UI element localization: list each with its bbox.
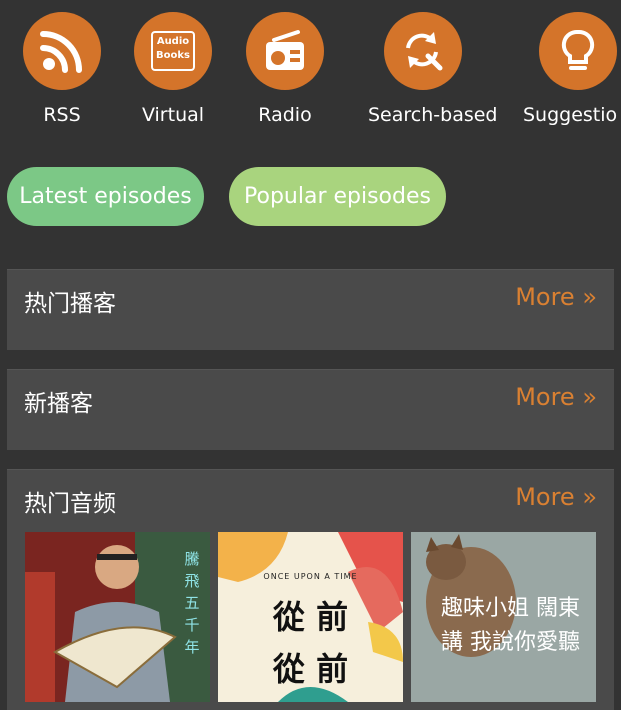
category-rss-label: RSS: [43, 104, 81, 126]
audiobooks-icon-text-2: Books: [156, 50, 190, 61]
section-hot-audio: 热门音频 More » 騰飛五千年 ONCE UPON A TIME 從 前 從…: [7, 469, 614, 710]
cover-handwritten-title: 趣味小姐 闊東講 我說你愛聽: [441, 596, 580, 655]
more-link[interactable]: More »: [515, 383, 597, 411]
cover-kicker: ONCE UPON A TIME: [263, 572, 358, 581]
category-virtual[interactable]: Audio Books Virtual: [118, 12, 228, 126]
section-title: 新播客: [24, 391, 93, 417]
latest-episodes-chip[interactable]: Latest episodes: [7, 167, 204, 226]
audiobooks-icon: Audio Books: [134, 12, 212, 90]
category-radio-label: Radio: [258, 104, 312, 126]
category-row: RSS Audio Books Virtual Radio Search-bas…: [0, 0, 621, 140]
category-search-based[interactable]: Search-based: [368, 12, 498, 126]
cover-item[interactable]: ONCE UPON A TIME 從 前 從 前: [218, 532, 403, 702]
section-title: 热门音频: [24, 491, 116, 517]
cover-title-line-1: 從 前: [272, 598, 349, 636]
category-suggestions-label: Suggestio: [523, 104, 618, 126]
cover-list: 騰飛五千年 ONCE UPON A TIME 從 前 從 前 趣味小姐 闊東講 …: [25, 532, 597, 702]
category-search-based-label: Search-based: [368, 104, 498, 126]
more-link[interactable]: More »: [515, 483, 597, 511]
lightbulb-icon: [539, 12, 617, 90]
section-hot-podcasts: 热门播客 More »: [7, 269, 614, 350]
popular-episodes-chip[interactable]: Popular episodes: [229, 167, 446, 226]
category-rss[interactable]: RSS: [7, 12, 117, 126]
audiobooks-icon-text-1: Audio: [156, 36, 190, 47]
more-link[interactable]: More »: [515, 283, 597, 311]
section-title: 热门播客: [24, 291, 116, 317]
category-suggestions[interactable]: Suggestio: [523, 12, 621, 126]
search-refresh-icon: [384, 12, 462, 90]
category-virtual-label: Virtual: [141, 104, 205, 126]
cover-title-line-2: 從 前: [272, 650, 349, 688]
cover-item[interactable]: 騰飛五千年: [25, 532, 210, 702]
cover-title-vertical: 騰飛五千年: [184, 550, 200, 656]
radio-icon: [246, 12, 324, 90]
rss-icon: [23, 12, 101, 90]
category-radio[interactable]: Radio: [230, 12, 340, 126]
cover-item[interactable]: 趣味小姐 闊東講 我說你愛聽: [411, 532, 596, 702]
section-new-podcasts: 新播客 More »: [7, 369, 614, 450]
